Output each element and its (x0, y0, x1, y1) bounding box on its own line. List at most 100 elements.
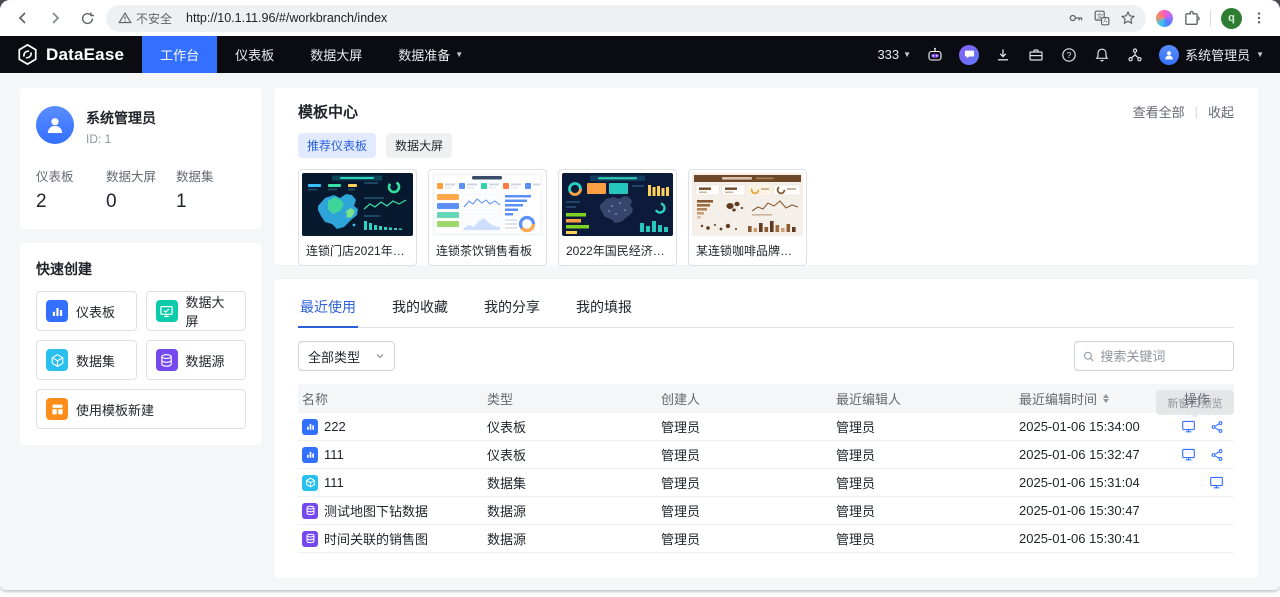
template-center-title: 模板中心 (298, 101, 358, 122)
template-thumbnail-light-dashboard (432, 173, 543, 236)
row-edit-time: 2025-01-06 15:32:47 (1015, 447, 1160, 462)
preview-new-window-icon[interactable] (1181, 447, 1196, 462)
chip-data-screens[interactable]: 数据大屏 (386, 133, 452, 158)
table-row[interactable]: 测试地图下钻数据数据源管理员管理员2025-01-06 15:30:47 (298, 497, 1234, 525)
row-type: 数据集 (483, 473, 657, 492)
search-input[interactable] (1100, 349, 1225, 364)
col-edit-time[interactable]: 最近编辑时间 (1015, 389, 1160, 408)
chip-recommended-dashboards[interactable]: 推荐仪表板 (298, 133, 376, 158)
row-type: 仪表板 (483, 445, 657, 464)
template-title: 连锁茶饮销售看板 (432, 236, 543, 262)
template-card-chain-store-sales[interactable]: 连锁门店2021年销售... (298, 169, 417, 266)
extensions-puzzle-icon[interactable] (1183, 10, 1200, 27)
toolbox-button[interactable] (1027, 46, 1045, 64)
row-name[interactable]: 222 (298, 419, 483, 435)
menu-item-workbench[interactable]: 工作台 (142, 36, 217, 73)
ai-assistant-button[interactable] (926, 46, 944, 64)
search-box[interactable] (1074, 341, 1234, 371)
profile-card: 系统管理员 ID: 1 仪表板 2 数据大屏 0 数据集 1 (20, 88, 262, 229)
col-creator[interactable]: 创建人 (657, 389, 832, 408)
preview-new-window-icon[interactable] (1209, 475, 1224, 490)
template-card-coffee-brand-stores[interactable]: 某连锁咖啡品牌门店数... (688, 169, 807, 266)
menu-item-dataviz[interactable]: 数据大屏 (292, 36, 380, 73)
workspace-card: 最近使用 我的收藏 我的分享 我的填报 全部类型 (274, 279, 1258, 578)
help-icon: ? (1061, 47, 1077, 63)
template-title: 连锁门店2021年销售... (302, 236, 413, 262)
extension-brain-icon[interactable] (1156, 10, 1173, 27)
table-header: 名称 类型 创建人 最近编辑人 最近编辑时间 操作 新窗口预览 (298, 384, 1234, 413)
browser-toolbar: 不安全 http://10.1.11.96/#/workbranch/index… (0, 0, 1280, 36)
quick-create-dataset-button[interactable]: 数据集 (36, 340, 137, 380)
message-center-button[interactable] (959, 45, 979, 65)
template-card-tea-sales-board[interactable]: 连锁茶饮销售看板 (428, 169, 547, 266)
col-name[interactable]: 名称 (298, 389, 483, 408)
browser-menu-icon[interactable] (1252, 10, 1266, 26)
share-icon[interactable] (1210, 420, 1224, 434)
tab-recently-used[interactable]: 最近使用 (298, 289, 358, 327)
notifications-button[interactable] (1093, 46, 1111, 64)
browser-forward-button[interactable] (42, 5, 68, 31)
org-switcher[interactable]: 333▼ (877, 47, 911, 62)
brand[interactable]: DataEase (0, 43, 142, 66)
browser-profile-avatar[interactable]: q (1221, 8, 1242, 29)
main-menu: 工作台 仪表板 数据大屏 数据准备▼ (142, 36, 481, 73)
translate-icon[interactable]: 文A (1094, 10, 1110, 26)
quick-create-card: 快速创建 仪表板 数据大屏 (20, 243, 262, 445)
row-name[interactable]: 111 (298, 447, 483, 463)
share-icon[interactable] (1210, 448, 1224, 462)
template-title: 某连锁咖啡品牌门店数... (692, 236, 803, 262)
security-chip[interactable]: 不安全 (110, 5, 180, 32)
table-row[interactable]: 111仪表板管理员管理员2025-01-06 15:32:47 (298, 441, 1234, 469)
url-text[interactable]: http://10.1.11.96/#/workbranch/index (186, 11, 1062, 25)
col-editor[interactable]: 最近编辑人 (832, 389, 1015, 408)
row-creator: 管理员 (657, 501, 832, 520)
menu-item-dataprep[interactable]: 数据准备▼ (380, 36, 481, 73)
stat-datasets[interactable]: 数据集 1 (176, 166, 246, 213)
toolbar-divider (1210, 10, 1211, 26)
browser-refresh-button[interactable] (74, 5, 100, 31)
collapse-link[interactable]: 收起 (1208, 102, 1234, 121)
row-creator: 管理员 (657, 445, 832, 464)
profile-avatar (36, 106, 74, 144)
main-panel: 模板中心 查看全部 | 收起 推荐仪表板 数据大屏 (274, 88, 1258, 578)
row-actions (1160, 447, 1234, 462)
template-card-2022-economy-stats[interactable]: 2022年国民经济统计... (558, 169, 677, 266)
forward-arrow-icon (47, 10, 63, 26)
user-menu[interactable]: 系统管理员 ▼ (1159, 45, 1264, 65)
security-label: 不安全 (136, 10, 172, 27)
quick-create-dashboard-button[interactable]: 仪表板 (36, 291, 137, 331)
template-thumbnail-dark-economy-dashboard (562, 173, 673, 236)
password-key-icon[interactable] (1068, 10, 1084, 26)
row-creator: 管理员 (657, 417, 832, 436)
org-structure-button[interactable] (1126, 46, 1144, 64)
browser-back-button[interactable] (10, 5, 36, 31)
table-row[interactable]: 222仪表板管理员管理员2025-01-06 15:34:00 (298, 413, 1234, 441)
row-name[interactable]: 111 (298, 475, 483, 491)
type-filter-select[interactable]: 全部类型 (298, 341, 395, 371)
table-row[interactable]: 时间关联的销售图数据源管理员管理员2025-01-06 15:30:41 (298, 525, 1234, 553)
datasource-database-icon (302, 531, 318, 547)
chat-bubble-icon (964, 49, 975, 60)
quick-create-datasource-button[interactable]: 数据源 (146, 340, 247, 380)
sort-icon[interactable] (1103, 394, 1109, 403)
help-button[interactable]: ? (1060, 46, 1078, 64)
view-all-link[interactable]: 查看全部 (1133, 102, 1185, 121)
row-name[interactable]: 测试地图下钻数据 (298, 501, 483, 520)
download-center-button[interactable] (994, 46, 1012, 64)
template-thumbnail-coffee-dashboard (692, 173, 803, 236)
row-type: 数据源 (483, 529, 657, 548)
stat-screens[interactable]: 数据大屏 0 (106, 166, 176, 213)
tab-my-favorites[interactable]: 我的收藏 (390, 289, 450, 327)
address-bar[interactable]: 不安全 http://10.1.11.96/#/workbranch/index… (106, 5, 1146, 32)
profile-id: ID: 1 (86, 132, 156, 146)
menu-item-dashboard[interactable]: 仪表板 (217, 36, 292, 73)
bookmark-star-icon[interactable] (1120, 10, 1136, 26)
row-name[interactable]: 时间关联的销售图 (298, 529, 483, 548)
quick-create-screen-button[interactable]: 数据大屏 (146, 291, 247, 331)
stat-dashboards[interactable]: 仪表板 2 (36, 166, 106, 213)
table-row[interactable]: 111数据集管理员管理员2025-01-06 15:31:04 (298, 469, 1234, 497)
quick-create-from-template-button[interactable]: 使用模板新建 (36, 389, 246, 429)
tab-my-shares[interactable]: 我的分享 (482, 289, 542, 327)
tab-my-reports[interactable]: 我的填报 (574, 289, 634, 327)
col-type[interactable]: 类型 (483, 389, 657, 408)
